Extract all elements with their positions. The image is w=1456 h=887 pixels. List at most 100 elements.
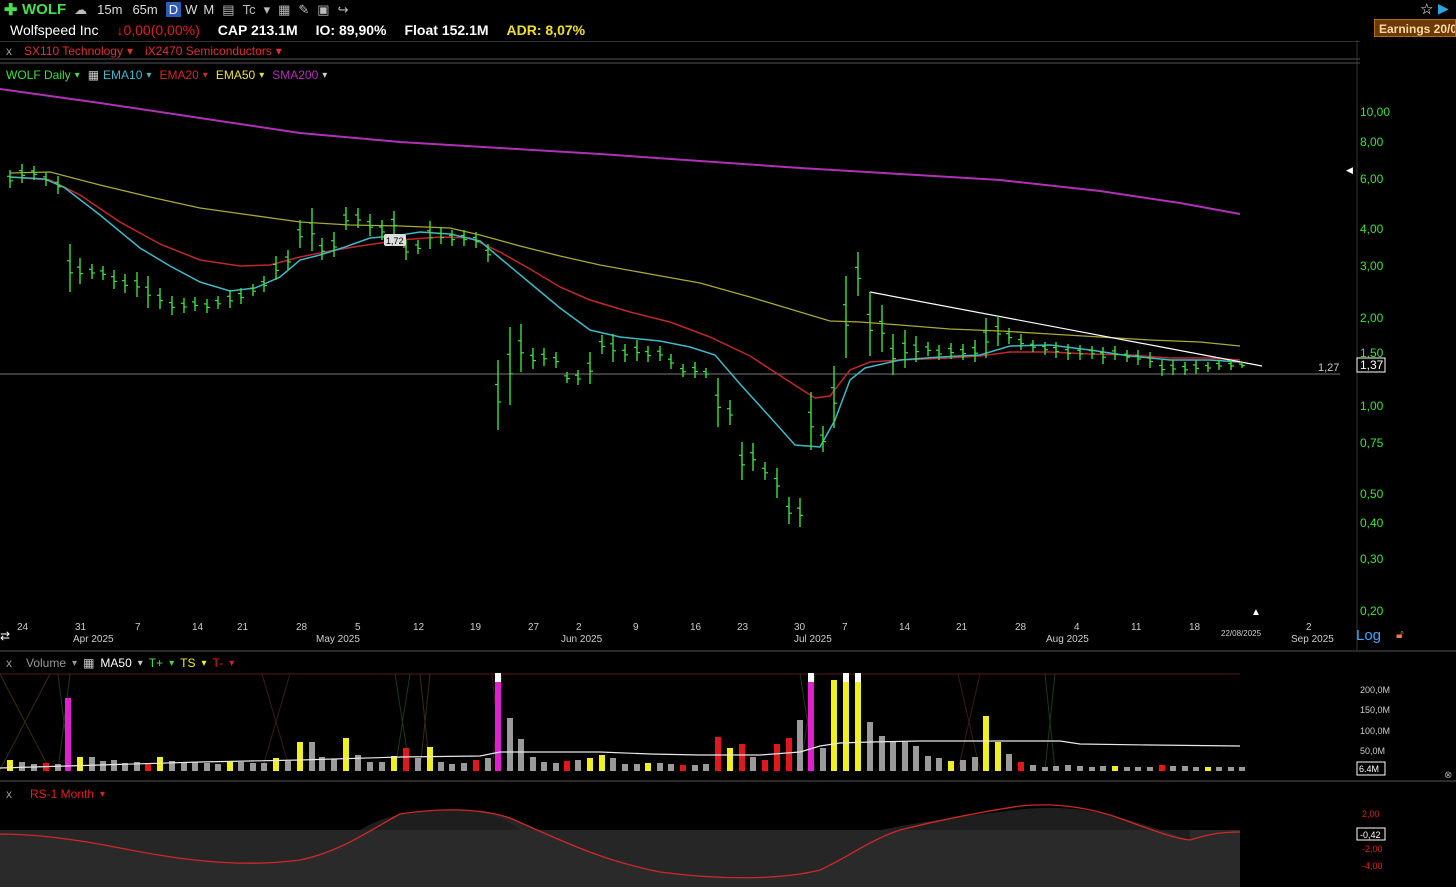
ohlc-bar <box>250 284 256 296</box>
volume-tick: 150,0M <box>1360 705 1390 715</box>
volume-bar-cap <box>808 673 814 682</box>
volume-bar-cap <box>843 673 849 682</box>
volume-bar <box>1170 766 1176 771</box>
volume-label[interactable]: Volume <box>26 656 66 670</box>
log-scale-toggle[interactable]: Log <box>1356 627 1381 644</box>
price-chart[interactable]: 1,72 10,00 8,00 6,00 4,00 3,00 2,00 1,50… <box>0 0 1456 887</box>
volume-bar <box>355 755 361 771</box>
volume-bar <box>727 748 733 771</box>
volume-bar <box>403 748 409 771</box>
ohlc-bar <box>134 272 140 297</box>
date-tick: 30 <box>794 622 806 633</box>
volume-bar <box>379 762 385 771</box>
volume-bar <box>55 764 61 771</box>
volume-bar <box>890 741 896 771</box>
volume-bar <box>19 762 25 771</box>
ohlc-bar <box>89 264 95 279</box>
volume-bar <box>1018 762 1024 771</box>
volume-bar <box>473 760 479 771</box>
volume-bar <box>657 763 663 771</box>
volume-bar <box>645 763 651 771</box>
month-tick: Sep 2025 <box>1291 634 1334 645</box>
ohlc-bar <box>925 342 931 356</box>
chevron-down-icon[interactable]: ▾ <box>100 789 105 800</box>
ohlc-bar <box>1089 346 1095 359</box>
ts-label[interactable]: TS <box>180 656 195 670</box>
volume-bar <box>530 757 536 771</box>
last-price: 1,37 <box>1360 358 1384 372</box>
price-tick: 4,00 <box>1360 222 1384 236</box>
chevron-down-icon[interactable]: ▾ <box>229 658 234 669</box>
volume-bar <box>855 674 861 771</box>
volume-tick: 100,0M <box>1360 726 1390 736</box>
chevron-down-icon[interactable]: ▾ <box>138 658 143 669</box>
date-tick: 14 <box>899 622 911 633</box>
volume-bar <box>1112 766 1118 771</box>
month-tick: Aug 2025 <box>1046 634 1089 645</box>
volume-bar <box>1228 767 1234 771</box>
chevron-down-icon[interactable]: ▾ <box>202 658 207 669</box>
ohlc-bar <box>808 392 814 450</box>
ema10-line <box>9 176 1241 448</box>
ohlc-bar <box>1053 342 1059 358</box>
ohlc-bar <box>1205 362 1211 372</box>
volume-bar <box>762 760 768 771</box>
volume-bar <box>1124 767 1130 771</box>
price-tick: 8,00 <box>1360 135 1384 149</box>
ohlc-bar <box>855 252 861 296</box>
lock-icon[interactable]: 🔓︎ <box>1396 627 1404 641</box>
ohlc-bar <box>1077 345 1083 360</box>
trendline[interactable] <box>869 291 1263 367</box>
ohlc-bar <box>879 305 885 352</box>
volume-bar <box>343 738 349 771</box>
volume-bar <box>461 763 467 771</box>
date-tick: 12 <box>413 622 425 633</box>
ma50-label[interactable]: MA50 <box>100 656 131 670</box>
volume-bar <box>1100 766 1106 771</box>
ohlc-bar <box>157 288 163 309</box>
date-axis[interactable]: 24 31 7 14 21 28 5 12 19 27 2 9 16 23 30 7 14 21 28 4 11 18 2 A… <box>17 622 1334 645</box>
volume-bar <box>485 758 491 771</box>
t-plus-label[interactable]: T+ <box>149 656 163 670</box>
volume-bar <box>948 761 954 771</box>
ohlc-bar <box>634 340 640 361</box>
chevron-down-icon[interactable]: ▾ <box>169 658 174 669</box>
scroll-arrows-icon[interactable]: ⇄ <box>0 629 10 643</box>
volume-bar <box>518 739 524 771</box>
ohlc-bar <box>715 378 721 427</box>
ohlc-bar <box>680 364 686 377</box>
ohlc-bar <box>843 276 849 358</box>
volume-bar <box>192 762 198 771</box>
ohlc-bar <box>438 228 444 244</box>
volume-bar <box>449 764 455 771</box>
price-tag-annotation: 1,72 <box>384 234 406 246</box>
close-icon[interactable]: x <box>6 656 12 670</box>
close-icon[interactable]: x <box>6 787 12 801</box>
chevron-down-icon[interactable]: ▾ <box>72 658 77 669</box>
volume-bar <box>204 763 210 771</box>
price-tick: 0,30 <box>1360 552 1384 566</box>
price-tick: 6,00 <box>1360 172 1384 186</box>
ohlc-bar <box>727 400 733 425</box>
price-tick: 2,00 <box>1360 311 1384 325</box>
ohlc-bar <box>77 258 83 284</box>
date-tick: 28 <box>296 622 308 633</box>
ohlc-bar <box>599 335 605 354</box>
volume-bar <box>77 757 83 771</box>
ohlc-bar <box>692 362 698 378</box>
volume-bar <box>100 761 106 771</box>
rs-label[interactable]: RS-1 Month <box>30 787 94 801</box>
volume-bar <box>215 764 221 771</box>
bar-style-icon[interactable]: ▦ <box>83 656 94 670</box>
ohlc-bar <box>1193 360 1199 374</box>
volume-bar <box>599 755 605 771</box>
collapse-icon[interactable]: ⊗ <box>1444 770 1452 781</box>
t-minus-label[interactable]: T- <box>213 656 224 670</box>
ohlc-bar <box>797 498 803 527</box>
volume-bar <box>250 763 256 771</box>
volume-bar <box>261 763 267 771</box>
ohlc-bar <box>645 346 651 362</box>
ohlc-bar <box>122 274 128 293</box>
ohlc-bar <box>192 297 198 311</box>
ohlc-bar <box>67 244 73 292</box>
